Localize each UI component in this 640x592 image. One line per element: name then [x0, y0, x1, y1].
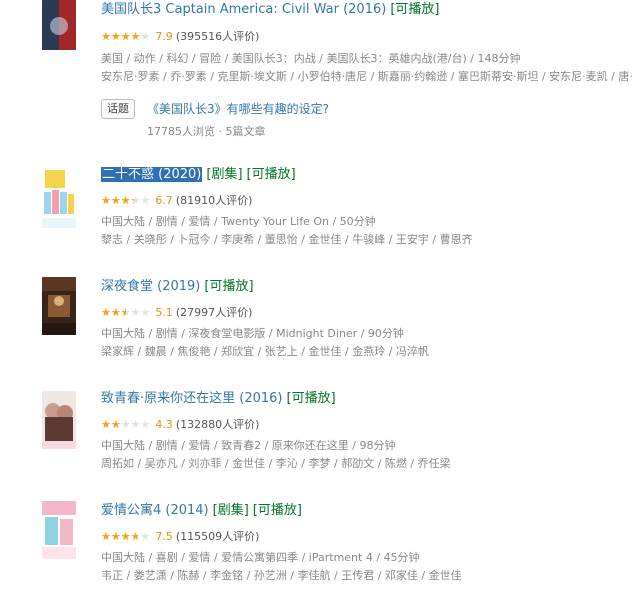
- movie-title-link[interactable]: 致青春·原来你还在这里 (2016): [101, 391, 283, 406]
- rating-votes: (81910人评价): [175, 194, 253, 207]
- movie-cast: 黎志 / 关晓彤 / 卜冠今 / 李庚希 / 董思怡 / 金世佳 / 牛骏峰 /…: [101, 233, 473, 246]
- movie-poster[interactable]: [42, 391, 76, 449]
- playable-tag[interactable]: [可播放]: [204, 279, 253, 294]
- topic-button[interactable]: 话题: [101, 99, 135, 119]
- rating-stars: ★★★★★★★★★★: [101, 418, 151, 431]
- title-line: 二十不惑 (2020) [剧集] [可播放]: [101, 165, 640, 185]
- playable-tag[interactable]: [可播放]: [247, 167, 296, 182]
- movie-info: 深夜食堂 (2019) [可播放] ★★★★★★★★★★ 5.1(27997人评价)…: [101, 277, 640, 361]
- movie-info: 美国队长3 Captain America: Civil War (2016) […: [101, 0, 640, 86]
- movie-title-link[interactable]: 深夜食堂 (2019): [101, 279, 200, 294]
- movie-title-link[interactable]: 爱情公寓4 (2014): [101, 503, 209, 518]
- playable-tag[interactable]: [可播放]: [390, 2, 439, 17]
- movie-cast: 安东尼·罗素 / 乔·罗素 / 克里斯·埃文斯 / 小罗伯特·唐尼 / 斯嘉丽·…: [101, 70, 633, 83]
- movie-info: 爱情公寓4 (2014) [剧集] [可播放] ★★★★★★★★★★ 7.5(1155…: [101, 501, 640, 585]
- movie-genres: 中国大陆 / 剧情 / 深夜食堂电影版 / Midnight Diner / 9…: [101, 327, 404, 340]
- rating-stars: ★★★★★★★★★★: [101, 30, 151, 43]
- rating-score: 7.9: [155, 30, 173, 43]
- rating-votes: (27997人评价): [175, 306, 253, 319]
- rating-stars: ★★★★★★★★★★: [101, 194, 151, 207]
- rating-votes: (115509人评价): [175, 530, 260, 543]
- title-line: 深夜食堂 (2019) [可播放]: [101, 277, 640, 297]
- topic-title-link[interactable]: 《美国队长3》有哪些有趣的设定?: [147, 100, 329, 117]
- search-result-list: 美国队长3 Captain America: Civil War (2016) […: [0, 0, 640, 592]
- movie-title-link[interactable]: 美国队长3 Captain America: Civil War (2016): [101, 2, 386, 17]
- rating-score: 5.1: [155, 306, 173, 319]
- movie-poster[interactable]: [42, 0, 76, 50]
- rating-line: ★★★★★★★★★★ 5.1(27997人评价): [101, 302, 640, 322]
- movie-genres: 中国大陆 / 剧情 / 爱情 / 致青春2 / 原来你还在这里 / 98分钟: [101, 439, 396, 452]
- series-tag[interactable]: [剧集]: [206, 167, 242, 182]
- title-line: 爱情公寓4 (2014) [剧集] [可播放]: [101, 501, 640, 521]
- movie-poster[interactable]: [42, 501, 76, 559]
- movie-poster[interactable]: [42, 170, 76, 228]
- playable-tag[interactable]: [可播放]: [253, 503, 302, 518]
- movie-cast: 梁家辉 / 魏晨 / 焦俊艳 / 郑欣宜 / 张艺上 / 金世佳 / 金燕玲 /…: [101, 345, 429, 358]
- topic-stats: 17785人浏览 · 5篇文章: [147, 125, 266, 138]
- movie-info: 二十不惑 (2020)[剧集] [可播放] ★★★★★★★★★★ 6.7(81910…: [101, 165, 640, 249]
- rating-stars: ★★★★★★★★★★: [101, 530, 151, 543]
- movie-poster[interactable]: [42, 277, 76, 335]
- movie-genres: 中国大陆 / 剧情 / 爱情 / Twenty Your Life On / 5…: [101, 215, 376, 228]
- rating-line: ★★★★★★★★★★ 7.5(115509人评价): [101, 526, 640, 546]
- movie-cast: 韦正 / 娄艺潇 / 陈赫 / 李金铭 / 孙艺洲 / 李佳航 / 王传君 / …: [101, 569, 462, 582]
- series-tag[interactable]: [剧集]: [213, 503, 249, 518]
- title-line: 美国队长3 Captain America: Civil War (2016) […: [101, 0, 640, 20]
- rating-score: 6.7: [155, 194, 173, 207]
- title-line: 致青春·原来你还在这里 (2016) [可播放]: [101, 389, 640, 409]
- rating-score: 4.3: [155, 418, 173, 431]
- rating-line: ★★★★★★★★★★ 6.7(81910人评价): [101, 190, 640, 210]
- rating-score: 7.5: [155, 530, 173, 543]
- movie-info: 致青春·原来你还在这里 (2016) [可播放] ★★★★★★★★★★ 4.3(13…: [101, 389, 640, 473]
- rating-votes: (132880人评价): [175, 418, 260, 431]
- playable-tag[interactable]: [可播放]: [287, 391, 336, 406]
- topic-block: 话题 《美国队长3》有哪些有趣的设定? 17785人浏览 · 5篇文章: [101, 99, 329, 138]
- movie-cast: 周拓如 / 吴亦凡 / 刘亦菲 / 金世佳 / 李沁 / 李梦 / 郝劭文 / …: [101, 457, 451, 470]
- rating-votes: (395516人评价): [175, 30, 260, 43]
- movie-genres: 美国 / 动作 / 科幻 / 冒险 / 美国队长3：内战 / 美国队长3：英雄内…: [101, 52, 521, 65]
- rating-line: ★★★★★★★★★★ 4.3(132880人评价): [101, 414, 640, 434]
- movie-genres: 中国大陆 / 喜剧 / 爱情 / 爱情公寓第四季 / iPartment 4 /…: [101, 551, 420, 564]
- rating-stars: ★★★★★★★★★★: [101, 306, 151, 319]
- rating-line: ★★★★★★★★★★ 7.9(395516人评价): [101, 26, 640, 46]
- movie-title-link[interactable]: 二十不惑 (2020): [101, 167, 203, 182]
